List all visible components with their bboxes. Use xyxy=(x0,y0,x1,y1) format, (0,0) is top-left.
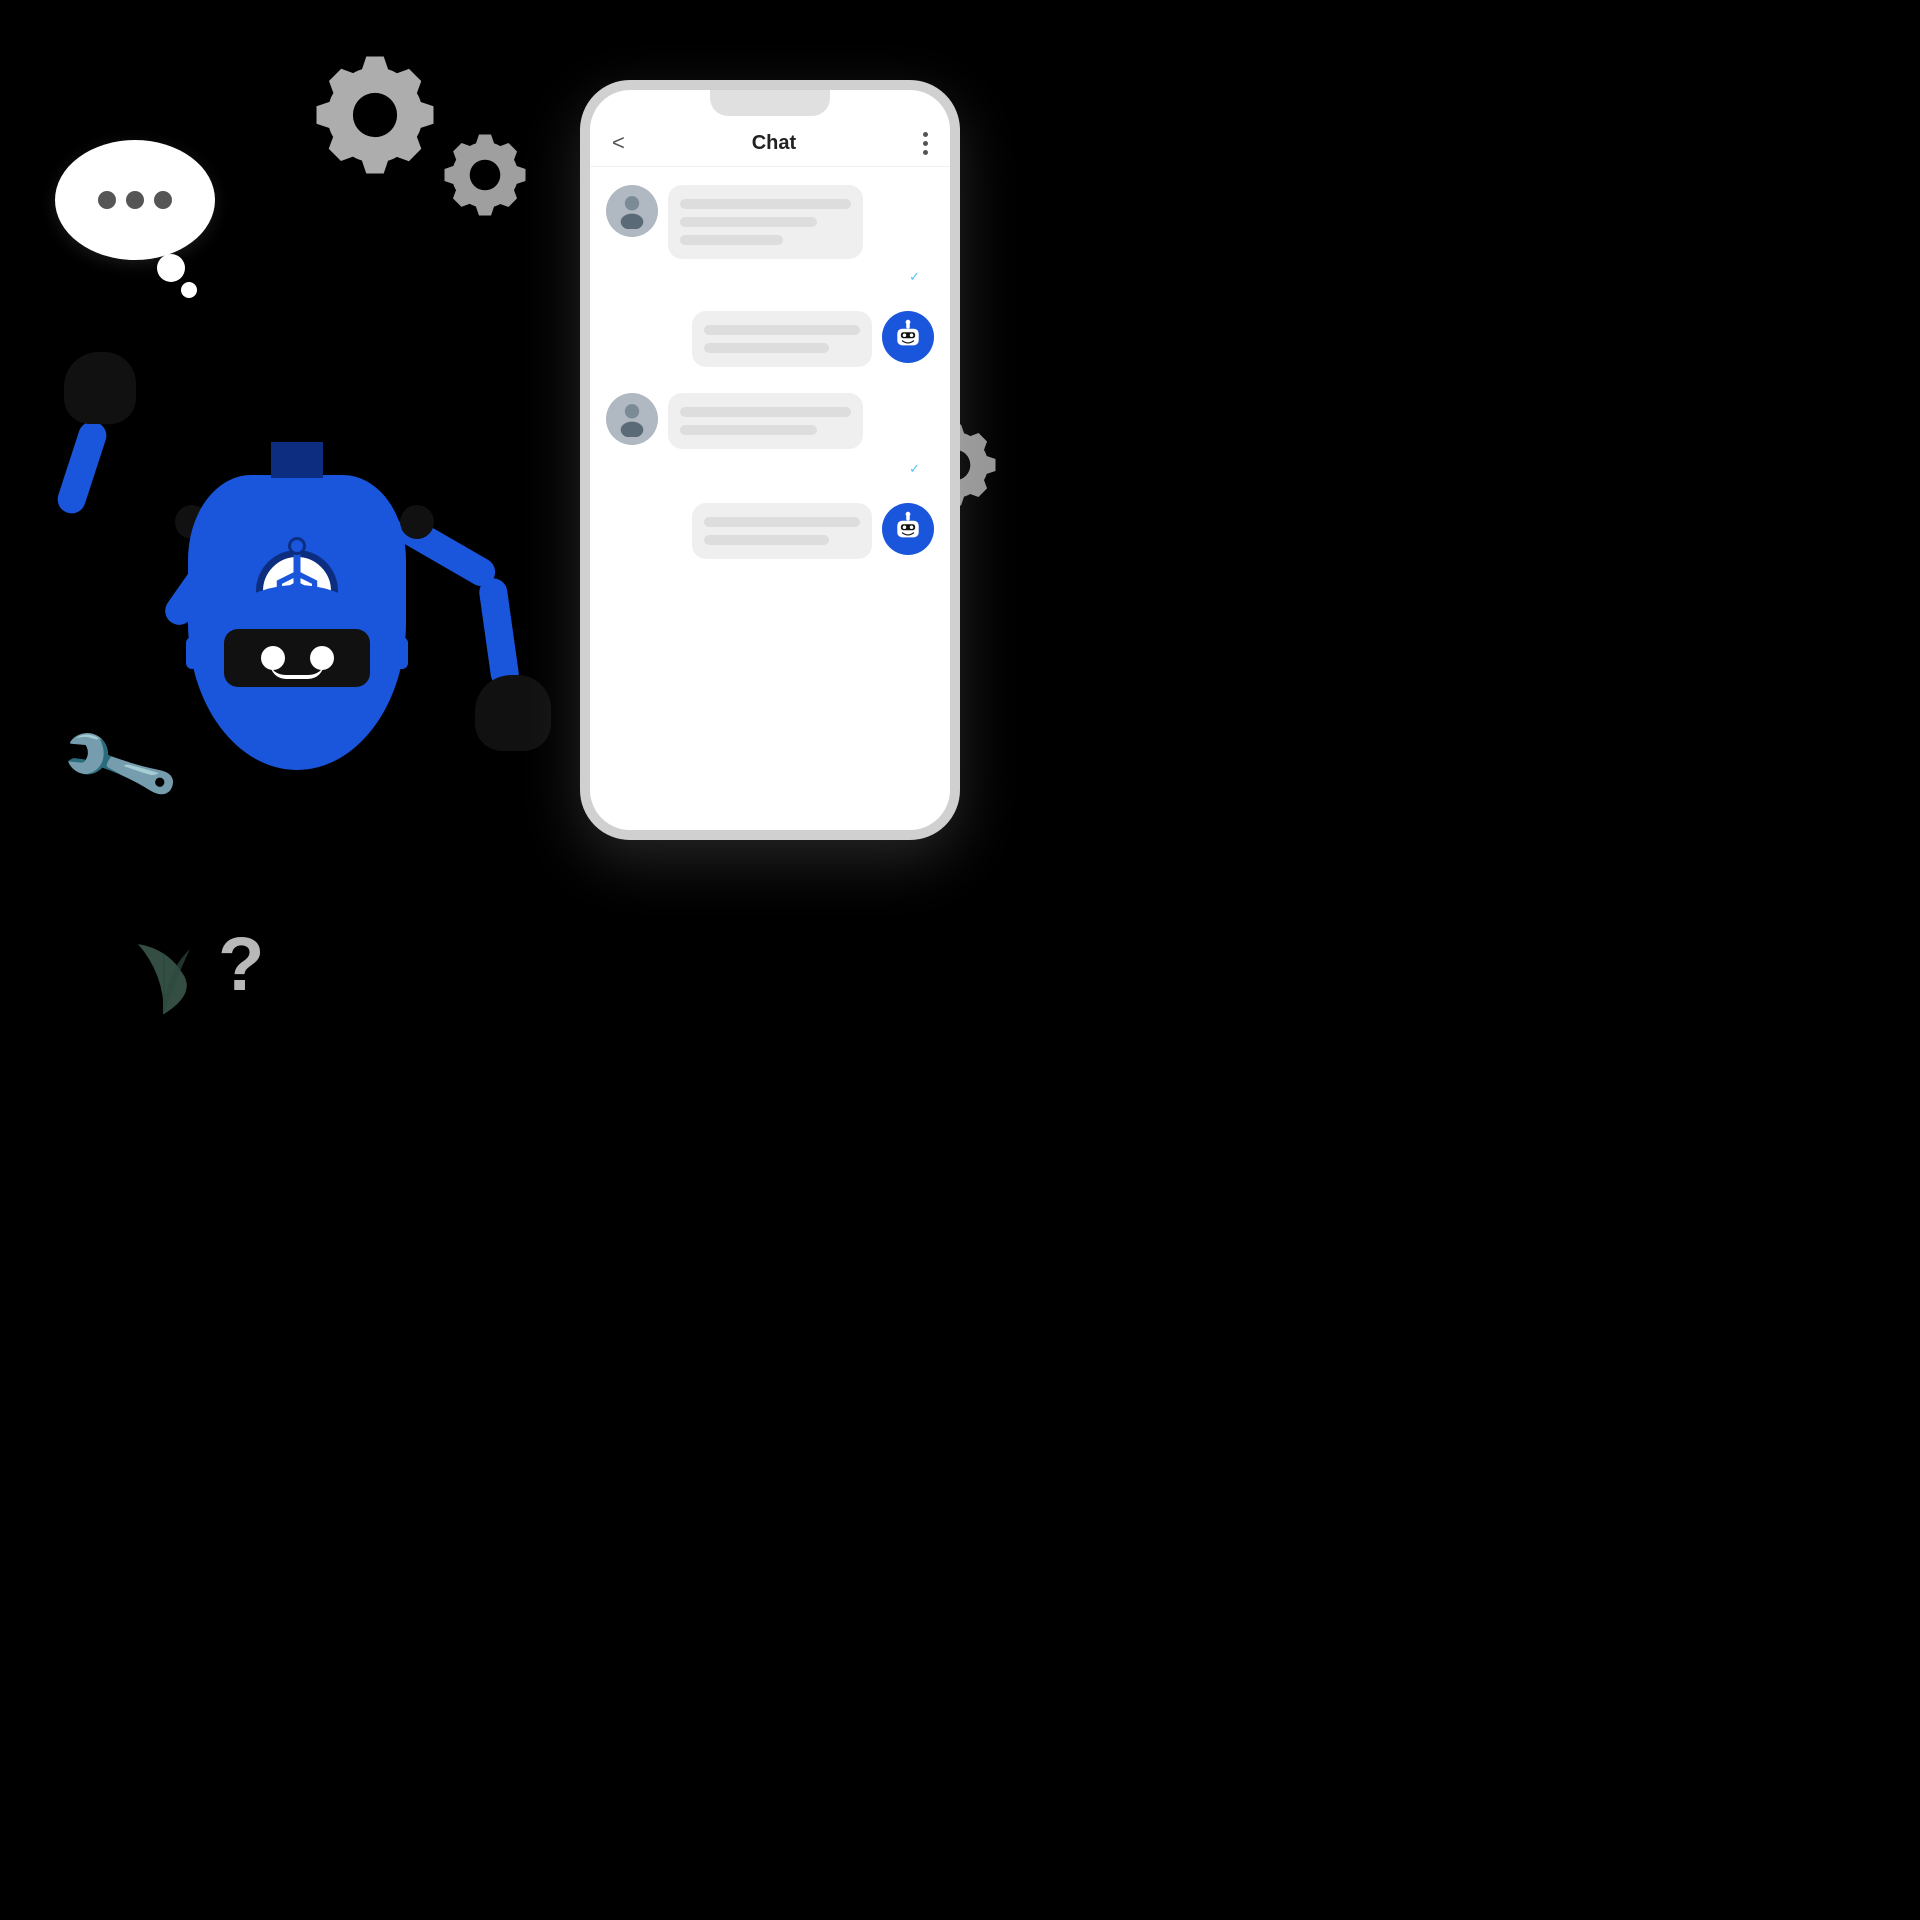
main-scene: < Chat xyxy=(0,0,1080,1080)
msg-line xyxy=(680,235,783,245)
robot-smile xyxy=(270,663,324,679)
robot-antenna-stem xyxy=(294,553,301,585)
robot-head xyxy=(202,585,392,743)
chat-row-4 xyxy=(606,503,934,559)
robot-visor xyxy=(224,629,370,687)
robot-illustration xyxy=(40,200,560,1020)
robot-message-1 xyxy=(692,311,872,367)
msg-line xyxy=(704,535,829,545)
human-avatar-1 xyxy=(606,185,658,237)
menu-dot-2 xyxy=(923,141,928,146)
back-button[interactable]: < xyxy=(612,130,625,156)
msg-line xyxy=(680,425,817,435)
msg-line xyxy=(680,407,851,417)
phone-header: < Chat xyxy=(590,116,950,167)
human-message-2 xyxy=(668,393,863,449)
msg-line xyxy=(704,517,860,527)
robot-arm-lower-left xyxy=(54,418,110,517)
phone-screen: < Chat xyxy=(590,90,950,830)
chat-row-1 xyxy=(606,185,934,259)
chat-messages: ✓ xyxy=(590,167,950,830)
msg-line xyxy=(704,343,829,353)
msg-line xyxy=(680,199,851,209)
robot-hand-left xyxy=(64,352,136,424)
msg-line xyxy=(680,217,817,227)
human-message-1 xyxy=(668,185,863,259)
robot-antenna-ball xyxy=(288,537,306,555)
robot-ear-right xyxy=(390,637,408,669)
menu-dot-3 xyxy=(923,150,928,155)
robot-arm-lower-right xyxy=(477,577,520,690)
chat-row-3 xyxy=(606,393,934,449)
menu-dot-1 xyxy=(923,132,928,137)
robot-ear-left xyxy=(186,637,204,669)
robot-avatar-2 xyxy=(882,503,934,555)
menu-button[interactable] xyxy=(923,132,928,155)
robot-neck xyxy=(271,442,323,478)
robot-message-2 xyxy=(692,503,872,559)
robot-hand-right xyxy=(475,675,551,751)
phone-notch xyxy=(710,90,830,116)
read-checkmark-1: ✓ xyxy=(909,269,920,285)
robot-avatar-1 xyxy=(882,311,934,363)
chat-title: Chat xyxy=(752,132,796,155)
plant-leaf-icon xyxy=(128,934,200,1022)
chat-row-2 xyxy=(606,311,934,367)
msg-line xyxy=(704,325,860,335)
gear-large-icon xyxy=(310,50,440,180)
robot-shoulder-right xyxy=(400,505,434,539)
read-checkmark-2: ✓ xyxy=(909,461,920,477)
human-avatar-2 xyxy=(606,393,658,445)
question-mark-icon: ? xyxy=(218,921,264,1008)
phone-frame: < Chat xyxy=(580,80,960,840)
